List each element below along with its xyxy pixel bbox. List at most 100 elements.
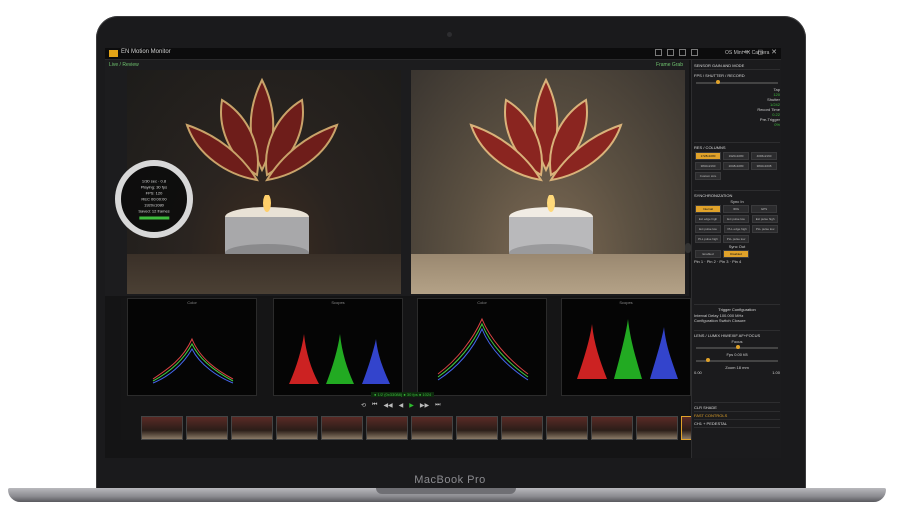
scope-label: Color [477,300,487,305]
sync-out-option[interactable]: Disabled [723,250,749,258]
rgb-parade-scope[interactable]: Scopes [273,298,403,396]
sync-out-option[interactable]: Enabled [695,250,721,258]
resolution-option[interactable]: 1728x1080 [695,152,721,160]
sync-row[interactable]: Ext edge high [695,215,721,223]
range-min: 0.00 [694,370,702,375]
last-frame-button[interactable]: ⏭ [435,402,440,409]
clr-shade-section: CLR SHADE [694,404,780,412]
camera-status-dial[interactable]: 1/30 sec · 0.8 Playing: 30 fps FPS: 120 … [115,160,193,238]
section-header[interactable]: SENSOR GAIN AND MODE [694,62,780,69]
thumbnail[interactable] [276,416,318,440]
fps-slider[interactable] [696,80,778,84]
slider-knob[interactable] [716,80,720,84]
pin-label[interactable]: Pin 3 [719,259,728,264]
focus-slider[interactable] [696,345,778,349]
thumbnail[interactable] [231,416,273,440]
sync-in-option[interactable]: IRIG [723,205,749,213]
app-title: EN Motion Monitor [121,49,171,55]
thumbnail[interactable] [366,416,408,440]
lotus-candle-holder [469,77,623,182]
window-controls: — ◻ ✕ [742,48,777,56]
table-surface [411,254,685,294]
focus-label: Focus [731,339,743,344]
fast-controls-section: FAST CONTROLS [694,412,780,420]
thumbnail[interactable] [186,416,228,440]
pin-label[interactable]: Pin 1 [694,259,703,264]
sync-row[interactable]: PLL pulse high [695,235,721,243]
resolution-option[interactable]: 3840x1608 [751,162,777,170]
thumbnail[interactable] [636,416,678,440]
sync-row[interactable]: PLL pulse low [752,225,779,233]
thumbnail[interactable] [591,416,633,440]
sync-row[interactable]: Ext pulse high [752,215,779,223]
first-frame-button[interactable]: ⏮ [372,402,377,409]
section-header[interactable]: FAST CONTROLS [694,412,780,419]
slider-knob[interactable] [706,358,710,362]
layout-icon[interactable] [655,49,662,56]
thumbnail-strip [141,416,723,440]
thumbnail[interactable] [321,416,363,440]
rgb-parade-scope[interactable]: Scopes [561,298,691,396]
section-header[interactable]: FPS / SHUTTER / RECORD [694,72,780,79]
section-header[interactable]: LENS / LUMIX HW/EXIF AF+FOCUS [694,332,780,339]
scope-area: Color Scopes Color Scopes ● 1/2 (0x33088… [121,298,723,440]
pin-label[interactable]: Pin 4 [732,259,741,264]
app-logo [109,50,118,57]
sync-row[interactable]: Ext pulse low [723,215,749,223]
selection-label: ● 1/2 (0x33088) ● 30 fps ● 1024 [371,392,435,397]
zoom-slider[interactable] [696,358,778,362]
frame-grab-tag[interactable]: Frame Grab [656,62,683,68]
settings-icon[interactable] [691,49,698,56]
scope-label: Scopes [619,300,633,305]
section-header[interactable]: CLR SHADE [694,404,780,411]
scope-label: Scopes [331,300,345,305]
fast-forward-button[interactable]: ▶▶ [420,402,429,409]
section-header[interactable]: RES / COLUMNS [694,144,780,151]
webcam [447,32,452,37]
step-back-button[interactable]: ◀ [399,402,404,409]
config-value[interactable]: Switch Closure [719,318,746,323]
fps-readout: Tap 120 Shutter 1/242 Record Time 0.22 P… [694,87,780,127]
focus-value: Fps 0.00 f/8 [726,352,748,357]
transport-controls: ⟲ ⏮ ◀◀ ◀ ▶ ▶▶ ⏭ [361,402,441,409]
resolution-option[interactable]: 1920x1080 [723,152,749,160]
thumbnail[interactable] [456,416,498,440]
parade-graph [289,334,390,384]
waveform-scope[interactable]: Color [417,298,547,396]
play-button[interactable]: ▶ [409,402,414,409]
thumbnail[interactable] [501,416,543,440]
resolution-option[interactable]: 2048x1080 [723,162,749,170]
loop-button[interactable]: ⟲ [361,402,366,409]
lens-section: LENS / LUMIX HW/EXIF AF+FOCUS Focus Fps … [694,332,780,403]
pin-label[interactable]: Pin 2 [707,259,716,264]
sync-row[interactable]: Ext pulse low [695,225,721,233]
resolution-option[interactable]: 3840x2160 [695,162,721,170]
range-max: 1.00 [772,370,780,375]
toolbar-icons [655,49,698,56]
sync-in-option[interactable]: GPS [751,205,777,213]
live-tag[interactable]: Live / Review [109,62,139,68]
waveform-scope[interactable]: Color [127,298,257,396]
fps-section: FPS / SHUTTER / RECORD Tap 120 Shutter 1… [694,72,780,143]
minimize-button[interactable]: — [742,48,749,56]
sync-row[interactable]: PLL pulse low [723,235,749,243]
parade-graph [577,319,678,379]
lotus-candle-holder [185,77,339,182]
rewind-button[interactable]: ◀◀ [383,402,392,409]
slider-knob[interactable] [736,345,740,349]
sync-row[interactable]: PLL edge high [724,225,751,233]
thumbnail[interactable] [141,416,183,440]
close-button[interactable]: ✕ [771,48,777,56]
thumbnail[interactable] [411,416,453,440]
sync-in-option[interactable]: Internal [695,205,721,213]
split-icon[interactable] [667,49,674,56]
thumbnail[interactable] [546,416,588,440]
section-header[interactable]: SYNCHRONIZATION [694,192,780,199]
grid-icon[interactable] [679,49,686,56]
right-camera-image[interactable] [411,70,685,294]
resolution-option[interactable]: Custom size [695,172,721,180]
maximize-button[interactable]: ◻ [757,48,763,56]
section-header[interactable]: CH1 + PEDESTAL [694,420,780,427]
resolution-option[interactable]: 4096x2160 [751,152,777,160]
sync-section: SYNCHRONIZATION Sync In Internal IRIG GPS … [694,192,780,305]
